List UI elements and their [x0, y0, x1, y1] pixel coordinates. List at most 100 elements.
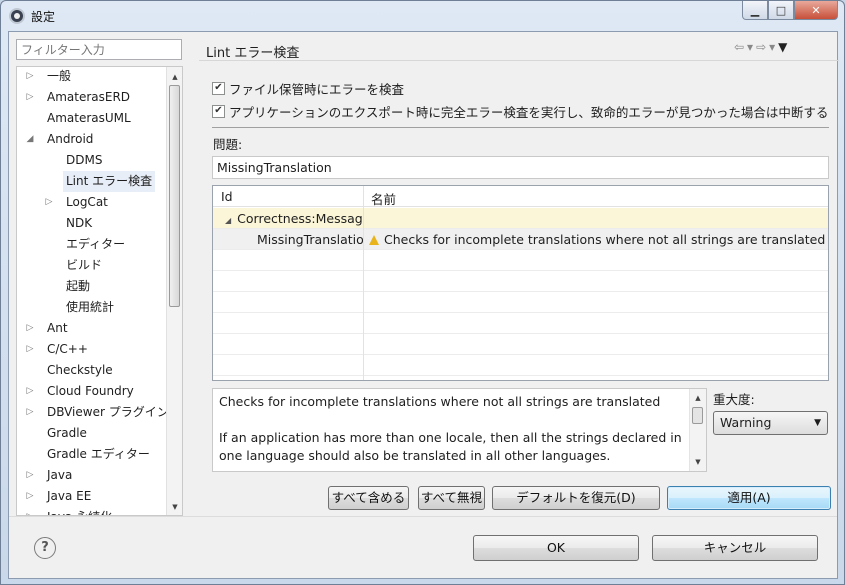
tree-item[interactable]: Lint エラー検査 [17, 171, 167, 192]
row-name: Checks for incomplete translations where… [369, 232, 825, 247]
expanded-arrow-icon[interactable]: ◢ [225, 216, 231, 225]
window-controls: ▁ □ ✕ [742, 1, 838, 20]
tree-item-label: Gradle [47, 426, 87, 440]
category-row[interactable]: ◢ Correctness:Messages [213, 208, 828, 229]
chevron-down-icon: ▼ [814, 418, 821, 428]
tree-item[interactable]: Gradle [17, 423, 167, 444]
scroll-thumb[interactable] [169, 85, 180, 307]
restore-defaults-button[interactable]: デフォルトを復元(D) [492, 486, 660, 510]
maximize-icon[interactable]: □ [768, 1, 794, 20]
tree-item[interactable]: ◢ Android [17, 129, 167, 150]
tree-item-label: Gradle エディター [47, 447, 150, 461]
tree-item-label: NDK [66, 216, 93, 230]
tree-item[interactable]: DDMS [17, 150, 167, 171]
tree-scrollbar[interactable]: ▲ ▼ [166, 67, 182, 515]
view-menu-icon[interactable]: ▼ [778, 40, 790, 54]
tree-item[interactable]: ▷ Cloud Foundry [17, 381, 167, 402]
scroll-up-icon[interactable]: ▲ [167, 69, 182, 85]
column-divider [363, 186, 364, 380]
collapsed-arrow-icon[interactable]: ▷ [25, 507, 35, 515]
filter-input[interactable] [16, 39, 182, 60]
table-header: Id 名前 [213, 186, 828, 207]
severity-value: Warning [720, 415, 772, 430]
collapsed-arrow-icon[interactable]: ▷ [25, 67, 35, 87]
tree-item-label: C/C++ [47, 342, 88, 356]
row-id: MissingTranslation [257, 232, 363, 247]
tree-item[interactable]: ▷ DBViewer プラグイン [17, 402, 169, 423]
tree-item[interactable]: ▷ Ant [17, 318, 167, 339]
tree-item[interactable]: ▷ AmaterasERD [17, 87, 167, 108]
collapsed-arrow-icon[interactable]: ▷ [25, 339, 35, 360]
check-on-save[interactable]: ✔ ファイル保管時にエラーを検査 [212, 79, 404, 97]
column-name[interactable]: 名前 [371, 189, 396, 208]
apply-button[interactable]: 適用(A) [667, 486, 831, 510]
collapsed-arrow-icon[interactable]: ▷ [25, 381, 35, 402]
preference-tree[interactable]: ▷ 一般 ▷ AmaterasERD AmaterasUML ◢ Android DDMS Li… [16, 66, 183, 516]
collapsed-arrow-icon[interactable]: ▷ [25, 318, 35, 339]
tree-item-label: LogCat [66, 195, 108, 209]
ignore-all-button[interactable]: すべて無視 [418, 486, 485, 510]
forward-icon[interactable]: ⇨▾ [756, 40, 778, 54]
issues-table[interactable]: Id 名前 ◢ Correctness:Messages MissingTrans… [212, 185, 829, 381]
category-label: ◢ Correctness:Messages [225, 211, 363, 226]
scroll-down-icon[interactable]: ▼ [167, 499, 182, 515]
ok-button[interactable]: OK [473, 535, 639, 561]
checkbox-checked-icon[interactable]: ✔ [212, 81, 225, 95]
collapsed-arrow-icon[interactable]: ▷ [44, 192, 54, 213]
issue-search-input[interactable]: MissingTranslation [212, 156, 829, 179]
issues-label: 問題: [213, 137, 243, 152]
tree-item[interactable]: ▷ Java [17, 465, 167, 486]
tree-item[interactable]: 使用統計 [17, 297, 167, 318]
tree-item[interactable]: ▷ LogCat [17, 192, 167, 213]
description-summary: Checks for incomplete translations where… [219, 394, 661, 409]
tree-item[interactable]: 起動 [17, 276, 167, 297]
tree-item[interactable]: Gradle エディター [17, 444, 167, 465]
tree-item[interactable]: ▷ C/C++ [17, 339, 167, 360]
tree-item-label: ビルド [66, 258, 103, 272]
severity-select[interactable]: Warning ▼ [713, 411, 828, 435]
tree-item[interactable]: ビルド [17, 255, 167, 276]
collapsed-arrow-icon[interactable]: ▷ [25, 486, 35, 507]
tree-item-label: Java [47, 468, 73, 482]
help-icon[interactable]: ? [34, 537, 56, 559]
tree-item[interactable]: エディター [17, 234, 167, 255]
column-id[interactable]: Id [221, 189, 233, 204]
expanded-arrow-icon[interactable]: ◢ [25, 129, 35, 150]
warning-icon [369, 235, 379, 245]
include-all-button[interactable]: すべて含める [328, 486, 409, 510]
table-row [213, 292, 828, 313]
back-icon[interactable]: ⇦▾ [734, 40, 756, 54]
table-row[interactable]: MissingTranslation Checks for incomplete… [213, 229, 828, 250]
description-scrollbar[interactable]: ▲ ▼ [689, 389, 706, 471]
tree-item[interactable]: ▷ Java 永続化 [17, 507, 167, 515]
scroll-up-icon[interactable]: ▲ [690, 389, 706, 407]
tree-item[interactable]: NDK [17, 213, 167, 234]
collapsed-arrow-icon[interactable]: ▷ [25, 465, 35, 486]
collapsed-arrow-icon[interactable]: ▷ [25, 87, 35, 108]
scroll-thumb[interactable] [692, 407, 703, 424]
tree-item-label: エディター [66, 237, 126, 251]
cancel-button[interactable]: キャンセル [652, 535, 818, 561]
scroll-down-icon[interactable]: ▼ [690, 453, 706, 471]
divider [9, 516, 837, 517]
divider [199, 60, 839, 61]
title-bar[interactable]: 設定 ▁ □ ✕ [1, 1, 844, 31]
tree-item[interactable]: AmaterasUML [17, 108, 167, 129]
tree-item-label: Cloud Foundry [47, 384, 134, 398]
check-on-export[interactable]: ✔ アプリケーションのエクスポート時に完全エラー検査を実行し、致命的エラーが見つ… [212, 102, 828, 120]
tree-item[interactable]: Checkstyle [17, 360, 167, 381]
tree-item[interactable]: ▷ Java EE [17, 486, 167, 507]
tree-item-label: Java EE [47, 489, 92, 503]
tree-item-label: 一般 [47, 69, 72, 83]
tree-item-label: Java 永続化 [47, 507, 112, 515]
tree-list: ▷ 一般 ▷ AmaterasERD AmaterasUML ◢ Android DDMS Li… [17, 67, 169, 515]
collapsed-arrow-icon[interactable]: ▷ [25, 402, 35, 423]
description-detail: If an application has more than one loca… [219, 430, 682, 463]
close-icon[interactable]: ✕ [794, 1, 838, 20]
tree-item-label: DDMS [66, 153, 103, 167]
checkbox-checked-icon[interactable]: ✔ [212, 104, 225, 118]
dialog-body: ▷ 一般 ▷ AmaterasERD AmaterasUML ◢ Android DDMS Li… [8, 31, 839, 579]
tree-item[interactable]: ▷ 一般 [17, 67, 167, 87]
minimize-icon[interactable]: ▁ [742, 1, 768, 20]
tree-item-label: DBViewer プラグイン [47, 405, 169, 419]
